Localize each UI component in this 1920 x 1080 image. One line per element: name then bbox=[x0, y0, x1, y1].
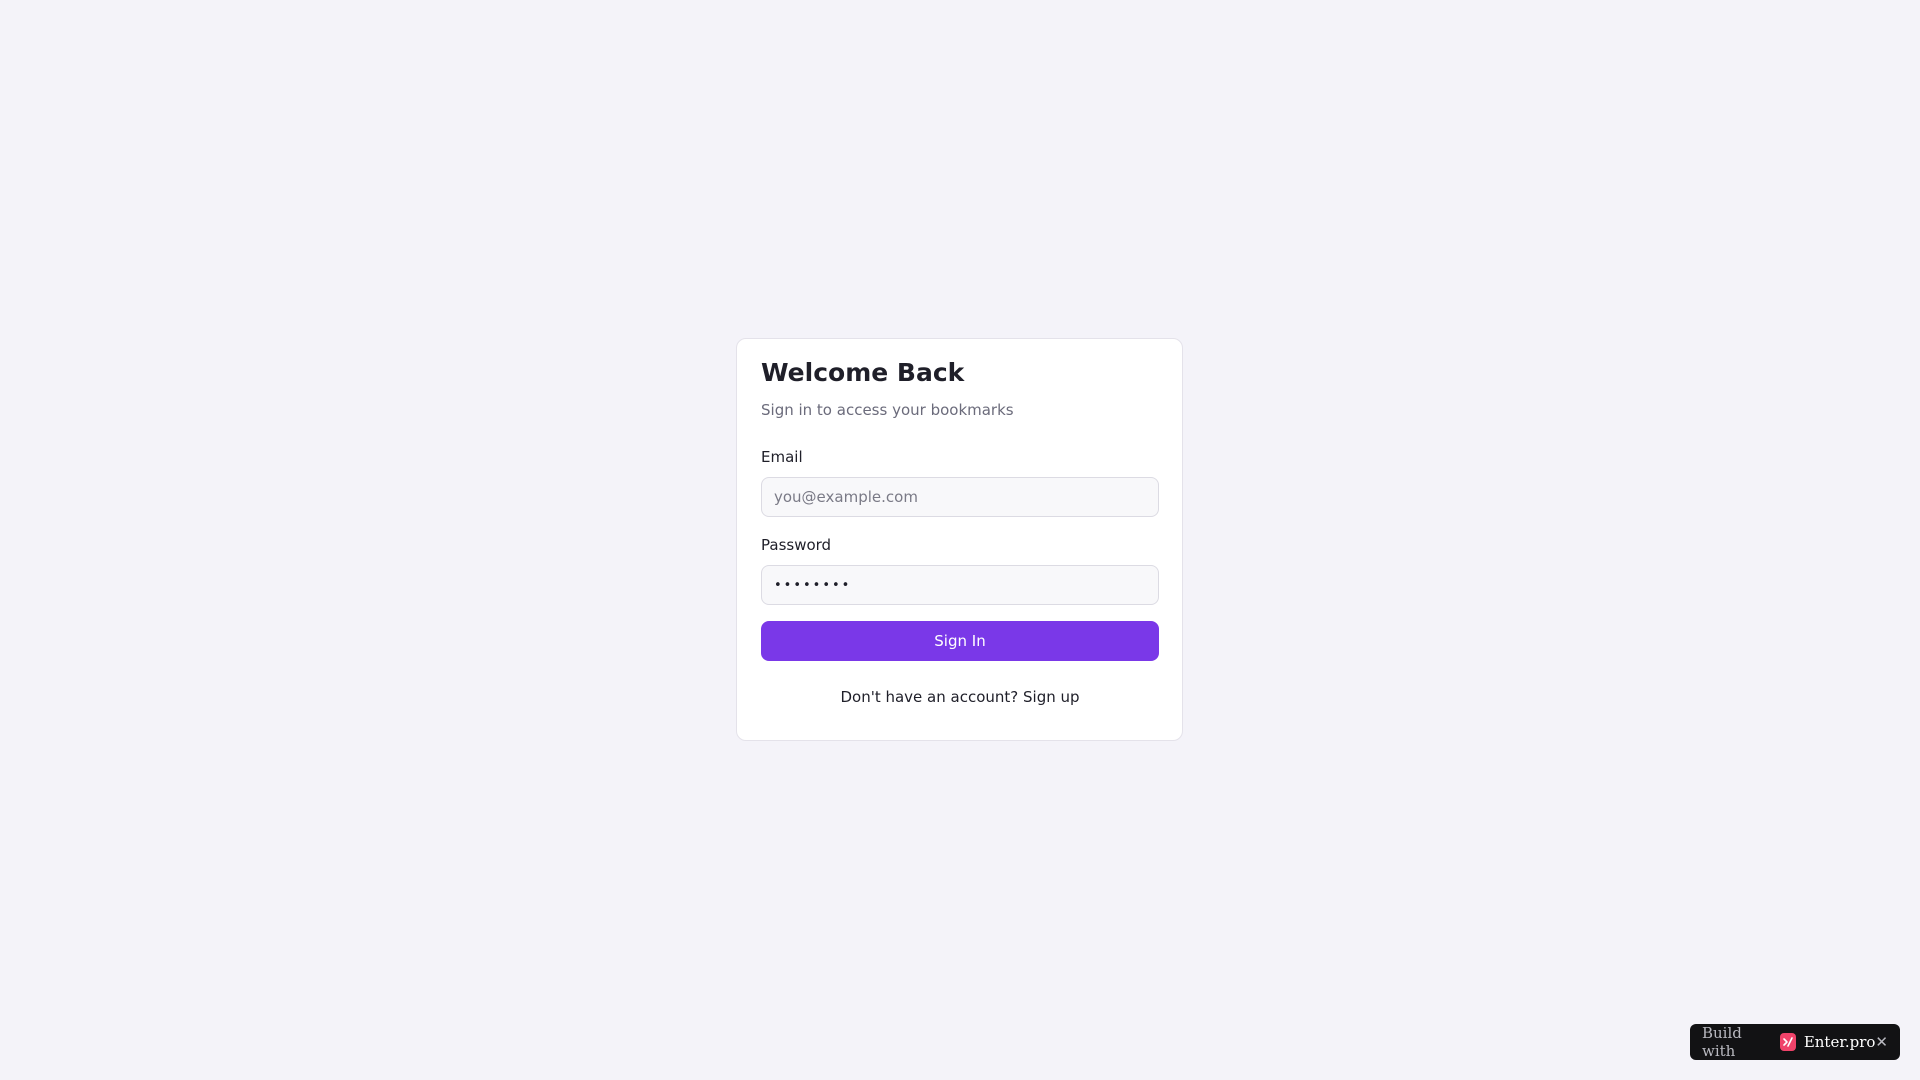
email-label: Email bbox=[761, 448, 803, 466]
sign-in-button[interactable]: Sign In bbox=[761, 621, 1159, 661]
build-with-badge[interactable]: Build with Enter.pro ✕ bbox=[1690, 1024, 1900, 1060]
signup-prompt-text: Don't have an account? bbox=[840, 688, 1024, 706]
sign-up-link[interactable]: Sign up bbox=[1023, 688, 1080, 706]
password-label: Password bbox=[761, 536, 832, 554]
enter-pro-logo-icon bbox=[1779, 1033, 1796, 1051]
password-field[interactable] bbox=[761, 565, 1159, 605]
page-subtitle: Sign in to access your bookmarks bbox=[761, 401, 1014, 419]
close-icon[interactable]: ✕ bbox=[1875, 1034, 1888, 1050]
login-card: Welcome Back Sign in to access your book… bbox=[736, 338, 1183, 741]
page-title: Welcome Back bbox=[761, 358, 965, 387]
badge-brand-text: Enter.pro bbox=[1803, 1033, 1876, 1051]
badge-prefix-text: Build with bbox=[1702, 1024, 1742, 1060]
page: { "login": { "title": "Welcome Back", "s… bbox=[0, 0, 1920, 1080]
email-field[interactable] bbox=[761, 477, 1159, 517]
signup-prompt-row: Don't have an account? Sign up bbox=[761, 687, 1159, 707]
